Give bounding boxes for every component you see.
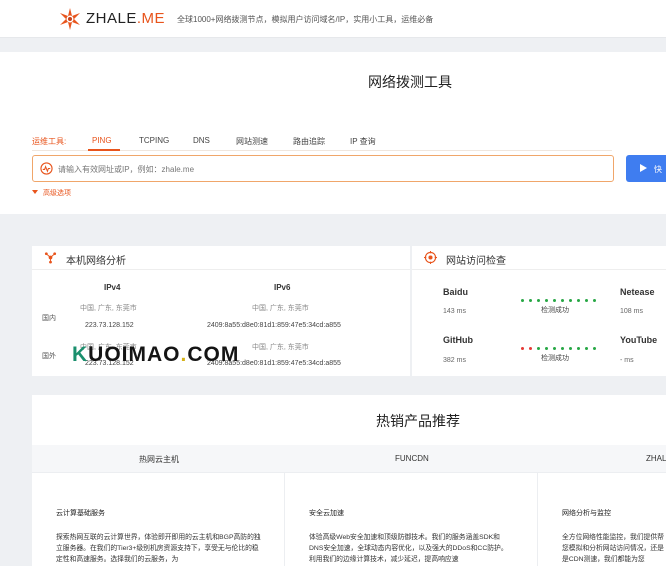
brand-suffix: .ME bbox=[136, 10, 166, 27]
panel-title: 网站访问检查 bbox=[446, 256, 506, 267]
start-test-button[interactable]: 快 bbox=[626, 155, 666, 182]
tab-tcping[interactable]: TCPING bbox=[139, 136, 169, 145]
probe-dot bbox=[553, 347, 556, 350]
panel-title: 本机网络分析 bbox=[66, 256, 126, 267]
row-label-overseas: 国外 bbox=[42, 353, 56, 360]
search-box[interactable] bbox=[32, 155, 614, 182]
product-card-title: 网络分析与监控 bbox=[562, 510, 611, 517]
page-title: 网络拨测工具 bbox=[368, 74, 452, 90]
products-section: 热销产品推荐 热网云主机 FUNCDN ZHAL 云计算基础服务 探索热网互联的… bbox=[32, 395, 666, 566]
site-check-panel: 网站访问检查 Baidu 143 ms 检测成功 Netease 108 ms … bbox=[412, 246, 666, 376]
product-card[interactable]: 云计算基础服务 探索热网互联的云计算世界，体验即开即用的云主机和BGP高防的独立… bbox=[32, 473, 285, 566]
probe-dot bbox=[577, 299, 580, 302]
ipv6-address[interactable]: 2409:8a55:d8e0:81d1:859:47e5:34cd:a855 bbox=[207, 322, 341, 329]
tab-ping[interactable]: PING bbox=[92, 136, 112, 145]
tagline: 全球1000+网络拨测节点，模拟用户访问域名/IP，实用小工具，运维必备 bbox=[177, 15, 434, 24]
probe-dot bbox=[529, 347, 532, 350]
row-label-domestic: 国内 bbox=[42, 315, 56, 322]
probe-dot bbox=[585, 347, 588, 350]
play-icon bbox=[640, 164, 647, 172]
site-latency: 108 ms bbox=[620, 308, 643, 315]
site-name-youtube: YouTube bbox=[620, 335, 658, 345]
product-card[interactable]: 网络分析与监控 全方位网络性能监控，我们提供帮您模拟和分析网站访问情况，还是是C… bbox=[538, 473, 666, 566]
probe-dot bbox=[577, 347, 580, 350]
probe-dot bbox=[561, 299, 564, 302]
probe-dot bbox=[529, 299, 532, 302]
product-tab-zhale[interactable]: ZHAL bbox=[646, 454, 666, 463]
ipv4-location: 中国, 广东, 东莞市 bbox=[80, 305, 137, 312]
ipv4-address[interactable]: 223.73.128.152 bbox=[85, 322, 134, 329]
pulse-icon bbox=[40, 162, 53, 175]
site-name-github: GitHub bbox=[443, 335, 473, 345]
site-name-baidu: Baidu bbox=[443, 287, 469, 297]
ipv6-location: 中国, 广东, 东莞市 bbox=[252, 305, 309, 312]
probe-dots bbox=[521, 337, 601, 350]
probe-dot bbox=[537, 347, 540, 350]
probe-dot bbox=[521, 299, 524, 302]
probe-dot bbox=[537, 299, 540, 302]
panel-header: 网站访问检查 bbox=[412, 246, 666, 270]
panel-header: 本机网络分析 bbox=[32, 246, 410, 270]
logo-icon[interactable] bbox=[58, 7, 82, 31]
active-tab-indicator bbox=[88, 149, 120, 151]
site-name-netease: Netease bbox=[620, 287, 655, 297]
probe-dot bbox=[593, 347, 596, 350]
probe-dot bbox=[553, 299, 556, 302]
probe-dot bbox=[593, 299, 596, 302]
probe-dot bbox=[521, 347, 524, 350]
tab-ip-lookup[interactable]: IP 查询 bbox=[350, 136, 376, 147]
brand-name[interactable]: ZHALE.ME bbox=[86, 10, 165, 27]
top-header: ZHALE.ME 全球1000+网络拨测节点，模拟用户访问域名/IP，实用小工具… bbox=[0, 0, 666, 38]
ipv6-location: 中国, 广东, 东莞市 bbox=[252, 344, 309, 351]
probe-dots bbox=[521, 289, 601, 302]
advanced-options-label: 高级选项 bbox=[43, 190, 71, 197]
network-tool-section: 网络拨测工具 运维工具: PING TCPING DNS 网站测速 路由追踪 I… bbox=[0, 52, 666, 214]
probe-dot bbox=[585, 299, 588, 302]
watermark-k: K bbox=[72, 343, 89, 366]
products-title: 热销产品推荐 bbox=[376, 413, 460, 429]
network-icon bbox=[44, 252, 57, 264]
probe-dot bbox=[569, 347, 572, 350]
column-header-ipv4: IPv4 bbox=[104, 283, 121, 292]
probe-dot bbox=[561, 347, 564, 350]
product-card-desc: 体验高级Web安全加速和顶级防御技术。我们的服务涵盖SDK和DNS安全加速，全球… bbox=[309, 534, 508, 563]
product-card[interactable]: 安全云加速 体验高级Web安全加速和顶级防御技术。我们的服务涵盖SDK和DNS安… bbox=[285, 473, 538, 566]
tools-label: 运维工具: bbox=[32, 137, 67, 146]
caret-down-icon bbox=[32, 190, 38, 194]
check-status: 检测成功 bbox=[541, 355, 569, 362]
start-test-label: 快 bbox=[654, 165, 662, 174]
tab-dns[interactable]: DNS bbox=[193, 136, 210, 145]
product-tabs: 热网云主机 FUNCDN ZHAL bbox=[32, 445, 666, 473]
site-latency: - ms bbox=[620, 357, 634, 364]
probe-dot bbox=[569, 299, 572, 302]
product-tab-cloud-host[interactable]: 热网云主机 bbox=[139, 454, 179, 465]
site-latency: 382 ms bbox=[443, 357, 466, 364]
check-status: 检测成功 bbox=[541, 307, 569, 314]
advanced-options-toggle[interactable]: 高级选项 bbox=[32, 188, 71, 198]
watermark-com: COM bbox=[187, 343, 240, 366]
product-tab-funcdn[interactable]: FUNCDN bbox=[395, 454, 429, 463]
tab-website-speed[interactable]: 网站测速 bbox=[236, 136, 268, 147]
brand-main: ZHALE bbox=[86, 10, 137, 27]
watermark-text: UOIMAO bbox=[88, 343, 181, 366]
product-card-desc: 探索热网互联的云计算世界，体验即开即用的云主机和BGP高防的独立服务器。在我们的… bbox=[56, 534, 261, 563]
tab-traceroute[interactable]: 路由追踪 bbox=[293, 136, 325, 147]
product-card-desc: 全方位网络性能监控，我们提供帮您模拟和分析网站访问情况，还是是CDN测速，我们都… bbox=[562, 534, 664, 563]
column-header-ipv6: IPv6 bbox=[274, 283, 291, 292]
product-card-title: 云计算基础服务 bbox=[56, 510, 105, 517]
target-icon bbox=[424, 251, 437, 264]
watermark: KUOIMAO.COM bbox=[72, 343, 239, 367]
probe-dot bbox=[545, 347, 548, 350]
target-input[interactable] bbox=[58, 161, 598, 177]
product-card-title: 安全云加速 bbox=[309, 510, 344, 517]
site-latency: 143 ms bbox=[443, 308, 466, 315]
probe-dot bbox=[545, 299, 548, 302]
